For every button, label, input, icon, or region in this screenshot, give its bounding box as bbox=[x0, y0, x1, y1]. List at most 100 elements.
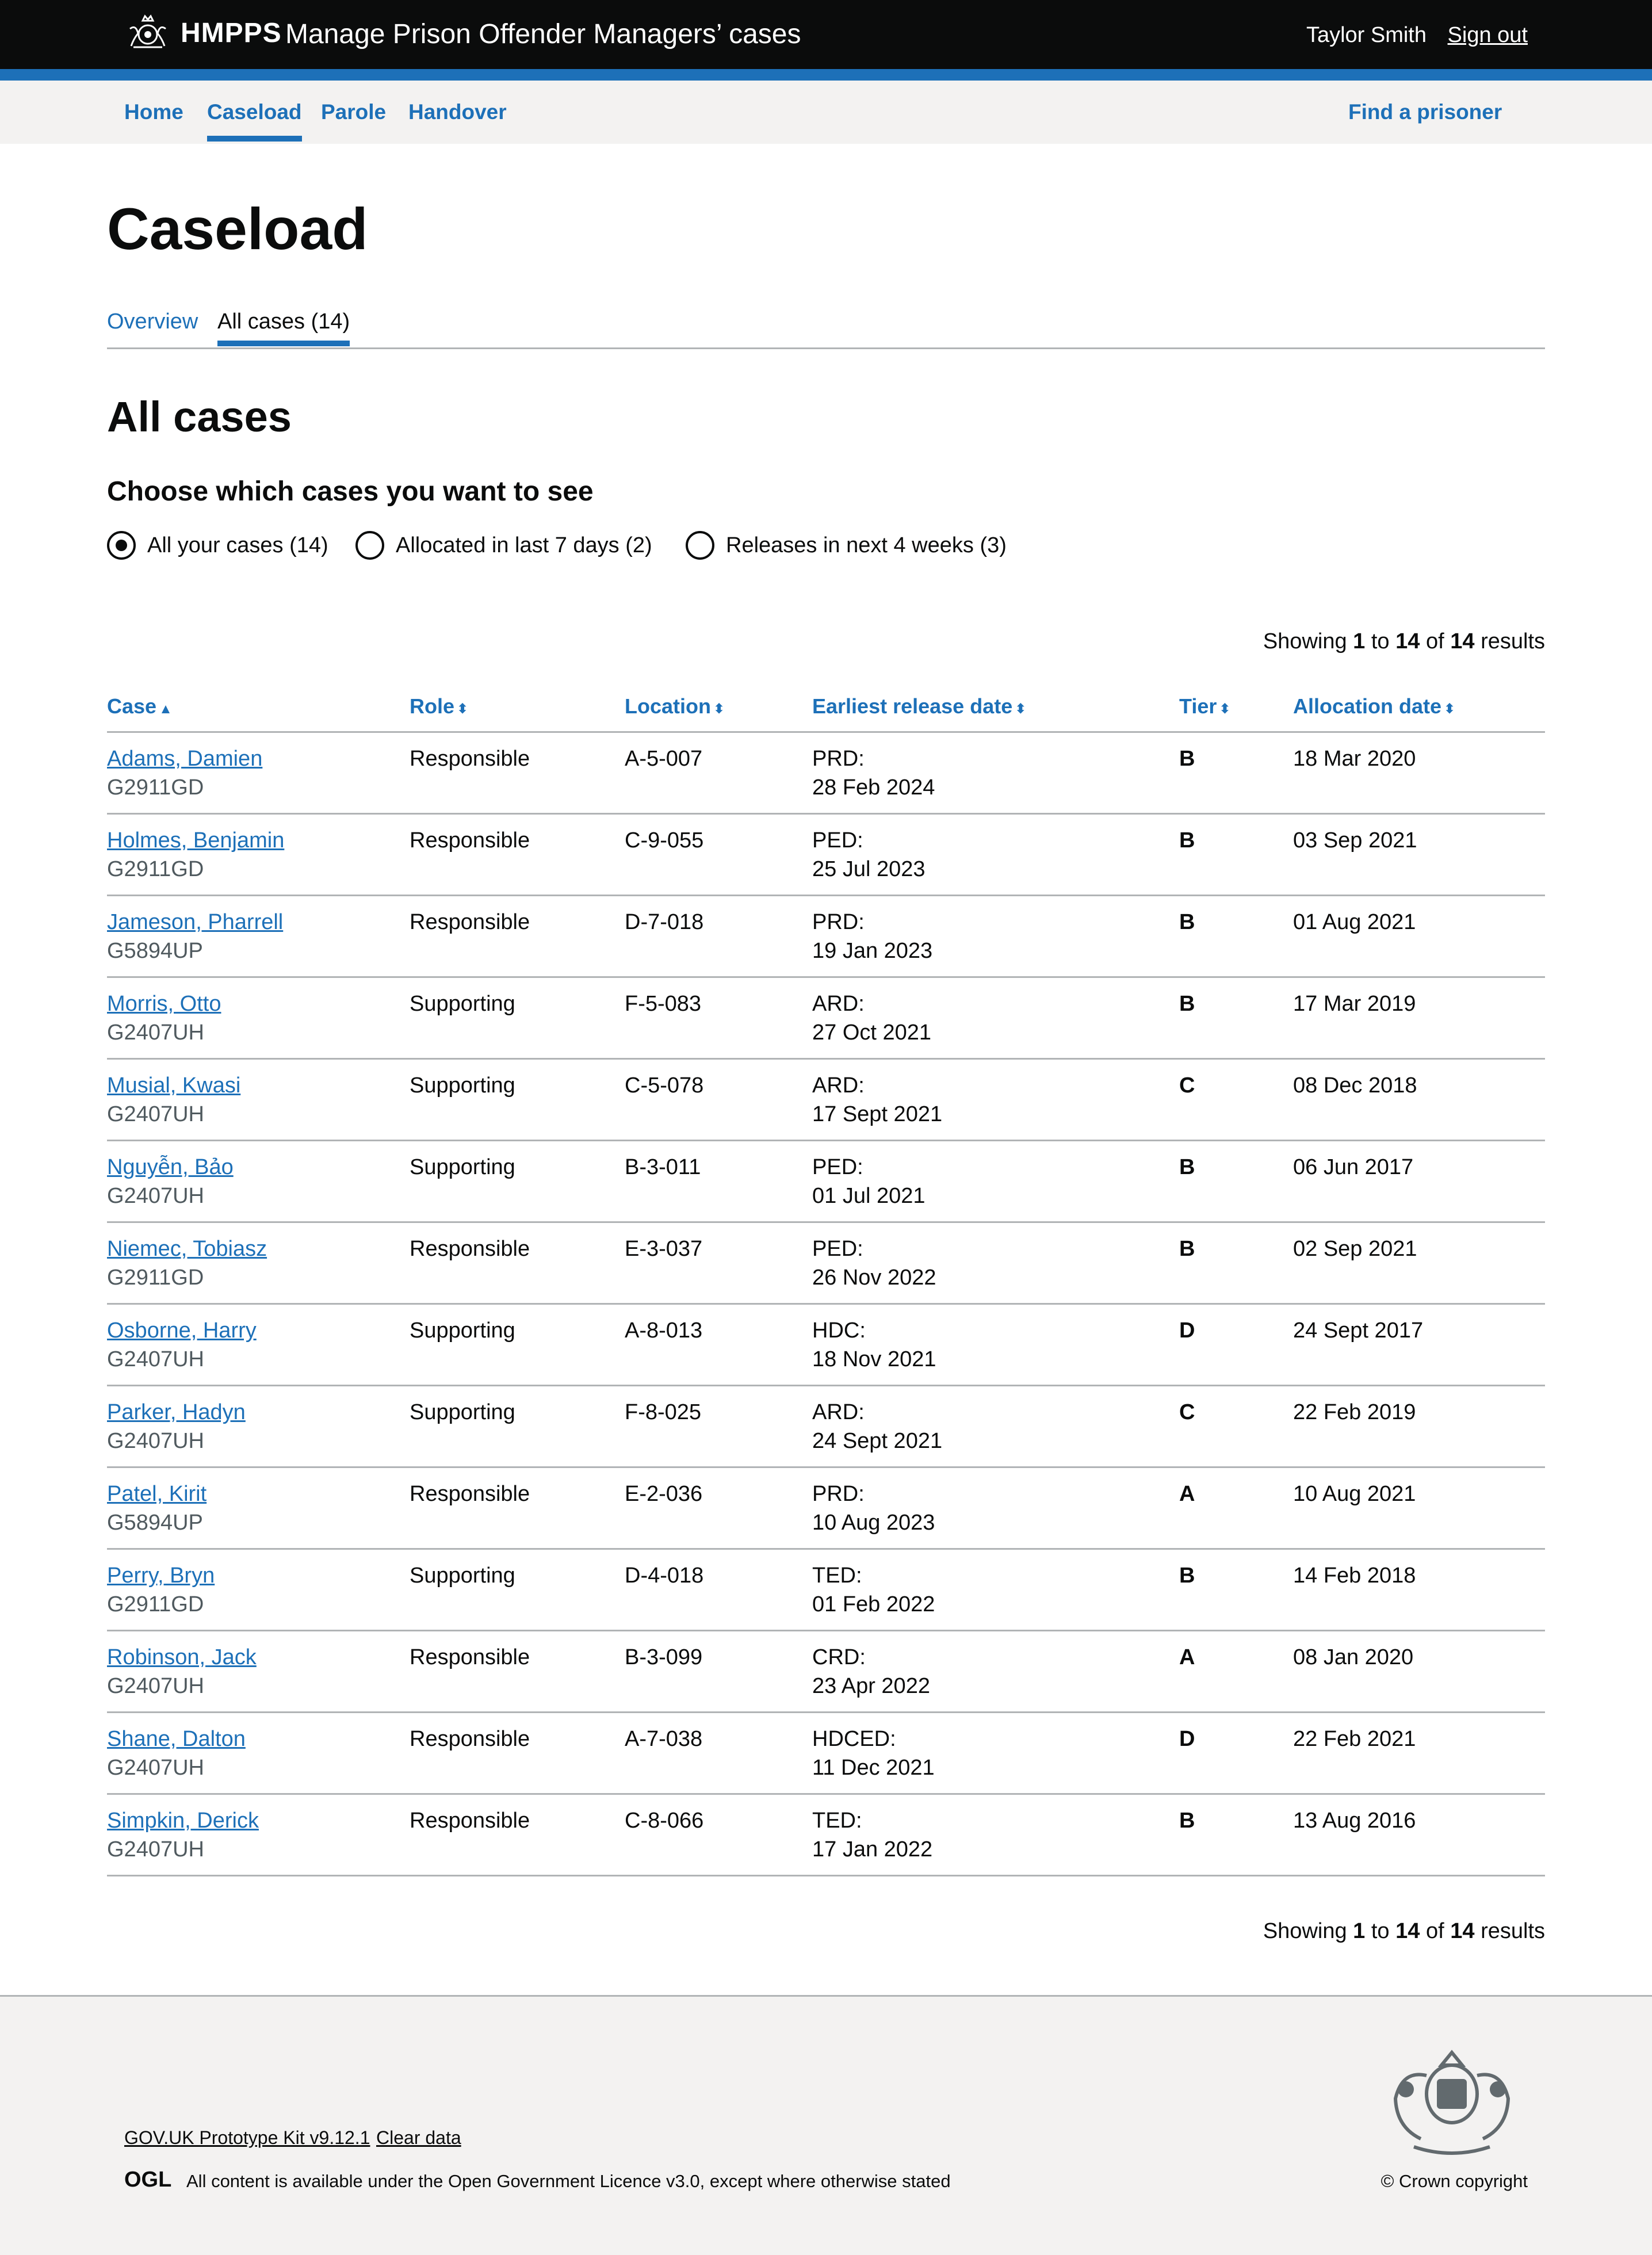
section-title: All cases bbox=[107, 393, 292, 441]
role-cell: Responsible bbox=[410, 1482, 530, 1506]
case-name-link[interactable]: Jameson, Pharrell bbox=[107, 908, 283, 937]
nav-find-prisoner[interactable]: Find a prisoner bbox=[1348, 99, 1502, 125]
allocation-date-cell: 22 Feb 2019 bbox=[1293, 1400, 1416, 1424]
case-name-link[interactable]: Niemec, Tobiasz bbox=[107, 1234, 267, 1263]
location-cell: B-3-011 bbox=[625, 1155, 701, 1179]
tab-all-cases[interactable]: All cases (14) bbox=[217, 308, 350, 346]
case-name-link[interactable]: Adams, Damien bbox=[107, 744, 262, 773]
nav-handover[interactable]: Handover bbox=[408, 99, 507, 125]
tab-overview[interactable]: Overview bbox=[107, 308, 198, 335]
case-name-link[interactable]: Musial, Kwasi bbox=[107, 1071, 240, 1100]
release-type: TED: bbox=[812, 1564, 862, 1588]
prison-number: G2407UH bbox=[107, 1837, 204, 1862]
case-name-link[interactable]: Shane, Dalton bbox=[107, 1725, 246, 1753]
sort-location-header[interactable]: Location ⬍ bbox=[625, 694, 725, 722]
prison-number: G2407UH bbox=[107, 1429, 204, 1453]
case-name-link[interactable]: Holmes, Benjamin bbox=[107, 826, 284, 855]
release-date: 10 Aug 2023 bbox=[812, 1511, 935, 1535]
tier-cell: D bbox=[1179, 1318, 1195, 1343]
sign-out-link[interactable]: Sign out bbox=[1448, 22, 1528, 48]
sort-release-header[interactable]: Earliest release date ⬍ bbox=[812, 694, 1026, 722]
filter-recent-label[interactable]: Allocated in last 7 days (2) bbox=[396, 532, 652, 559]
sort-tier-header[interactable]: Tier ⬍ bbox=[1179, 694, 1230, 722]
prison-number: G2911GD bbox=[107, 775, 204, 800]
release-type: ARD: bbox=[812, 1073, 865, 1098]
table-body: Adams, Damien G2911GD Responsible A-5-007 PR… bbox=[107, 733, 1545, 1876]
allocation-date-cell: 01 Aug 2021 bbox=[1293, 910, 1416, 934]
location-cell: C-8-066 bbox=[625, 1809, 704, 1833]
case-name-link[interactable]: Patel, Kirit bbox=[107, 1480, 206, 1508]
table-row: Robinson, Jack G2407UH Responsible B-3-099 C… bbox=[107, 1631, 1545, 1713]
case-name-link[interactable]: Simpkin, Derick bbox=[107, 1806, 259, 1835]
filter-releases-radio[interactable]: Releases in next 4 weeks (3) bbox=[686, 529, 1007, 561]
case-name-link[interactable]: Robinson, Jack bbox=[107, 1643, 257, 1672]
filter-all-cases-radio[interactable]: All your cases (14) bbox=[107, 529, 328, 561]
nav-home[interactable]: Home bbox=[124, 99, 183, 125]
filter-legend: Choose which cases you want to see bbox=[107, 476, 594, 507]
case-name-link[interactable]: Perry, Bryn bbox=[107, 1561, 215, 1590]
location-cell: A-5-007 bbox=[625, 747, 703, 771]
table-row: Morris, Otto G2407UH Supporting F-5-083 ARD:… bbox=[107, 978, 1545, 1060]
tier-cell: B bbox=[1179, 828, 1195, 853]
role-cell: Responsible bbox=[410, 1645, 530, 1669]
sort-allocation-header[interactable]: Allocation date ⬍ bbox=[1293, 694, 1455, 722]
nav-caseload[interactable]: Caseload bbox=[207, 99, 302, 142]
tier-cell: B bbox=[1179, 1237, 1195, 1261]
prison-number: G5894UP bbox=[107, 939, 203, 963]
table-row: Osborne, Harry G2407UH Supporting A-8-013 HD… bbox=[107, 1305, 1545, 1386]
allocation-date-cell: 03 Sep 2021 bbox=[1293, 828, 1417, 853]
prison-number: G2911GD bbox=[107, 1592, 204, 1616]
location-cell: C-5-078 bbox=[625, 1073, 704, 1098]
tier-cell: B bbox=[1179, 1155, 1195, 1179]
release-date: 28 Feb 2024 bbox=[812, 775, 935, 800]
location-cell: F-5-083 bbox=[625, 992, 702, 1016]
release-date: 24 Sept 2021 bbox=[812, 1429, 943, 1453]
table-row: Shane, Dalton G2407UH Responsible A-7-038 HD… bbox=[107, 1713, 1545, 1795]
role-cell: Supporting bbox=[410, 1564, 515, 1588]
role-cell: Responsible bbox=[410, 747, 530, 771]
location-cell: D-4-018 bbox=[625, 1564, 704, 1588]
case-name-link[interactable]: Parker, Hadyn bbox=[107, 1398, 246, 1427]
tier-cell: B bbox=[1179, 1809, 1195, 1833]
case-name-link[interactable]: Nguyễn, Bảo bbox=[107, 1153, 234, 1182]
role-cell: Supporting bbox=[410, 1318, 515, 1343]
service-name[interactable]: Manage Prison Offender Managers’ cases bbox=[285, 17, 801, 52]
filter-releases-label[interactable]: Releases in next 4 weeks (3) bbox=[726, 532, 1007, 559]
tier-cell: C bbox=[1179, 1073, 1195, 1098]
case-name-link[interactable]: Osborne, Harry bbox=[107, 1316, 257, 1345]
prison-number: G2911GD bbox=[107, 1266, 204, 1290]
release-date: 11 Dec 2021 bbox=[812, 1756, 935, 1780]
case-name-link[interactable]: Morris, Otto bbox=[107, 989, 221, 1018]
svg-text:OGL: OGL bbox=[124, 2169, 171, 2189]
location-cell: C-9-055 bbox=[625, 828, 704, 853]
radio-unselected-icon[interactable] bbox=[355, 531, 384, 560]
tier-cell: A bbox=[1179, 1645, 1195, 1669]
table-row: Musial, Kwasi G2407UH Supporting C-5-078 ARD… bbox=[107, 1060, 1545, 1141]
prototype-kit-link[interactable]: GOV.UK Prototype Kit v9.12.1 bbox=[124, 2126, 370, 2149]
location-cell: B-3-099 bbox=[625, 1645, 703, 1669]
nav-parole[interactable]: Parole bbox=[321, 99, 386, 125]
location-cell: E-3-037 bbox=[625, 1237, 703, 1261]
table-row: Simpkin, Derick G2407UH Responsible C-8-066… bbox=[107, 1795, 1545, 1876]
location-cell: E-2-036 bbox=[625, 1482, 703, 1506]
open-government-licence-link[interactable]: Open Government Licence v3.0 bbox=[448, 2171, 700, 2191]
role-cell: Supporting bbox=[410, 992, 515, 1016]
radio-unselected-icon[interactable] bbox=[686, 531, 714, 560]
filter-all-cases-label[interactable]: All your cases (14) bbox=[147, 532, 328, 559]
brand-text: HMPPS bbox=[181, 18, 282, 48]
clear-data-link[interactable]: Clear data bbox=[376, 2126, 461, 2149]
sort-case-header[interactable]: Case ▲ bbox=[107, 694, 173, 722]
table-header: Case ▲ Role ⬍ Location ⬍ Earliest release d… bbox=[107, 688, 1545, 733]
allocation-date-cell: 24 Sept 2017 bbox=[1293, 1318, 1424, 1343]
user-name: Taylor Smith bbox=[1306, 23, 1427, 47]
release-type: PED: bbox=[812, 1155, 863, 1179]
release-type: HDC: bbox=[812, 1318, 866, 1343]
crown-copyright: © Crown copyright bbox=[1381, 2171, 1528, 2191]
sort-role-header[interactable]: Role ⬍ bbox=[410, 694, 468, 722]
release-type: ARD: bbox=[812, 992, 865, 1016]
radio-selected-icon[interactable] bbox=[107, 531, 136, 560]
filter-recent-radio[interactable]: Allocated in last 7 days (2) bbox=[355, 529, 652, 561]
role-cell: Supporting bbox=[410, 1155, 515, 1179]
header-accent-bar bbox=[0, 69, 1652, 81]
location-cell: A-7-038 bbox=[625, 1727, 703, 1751]
